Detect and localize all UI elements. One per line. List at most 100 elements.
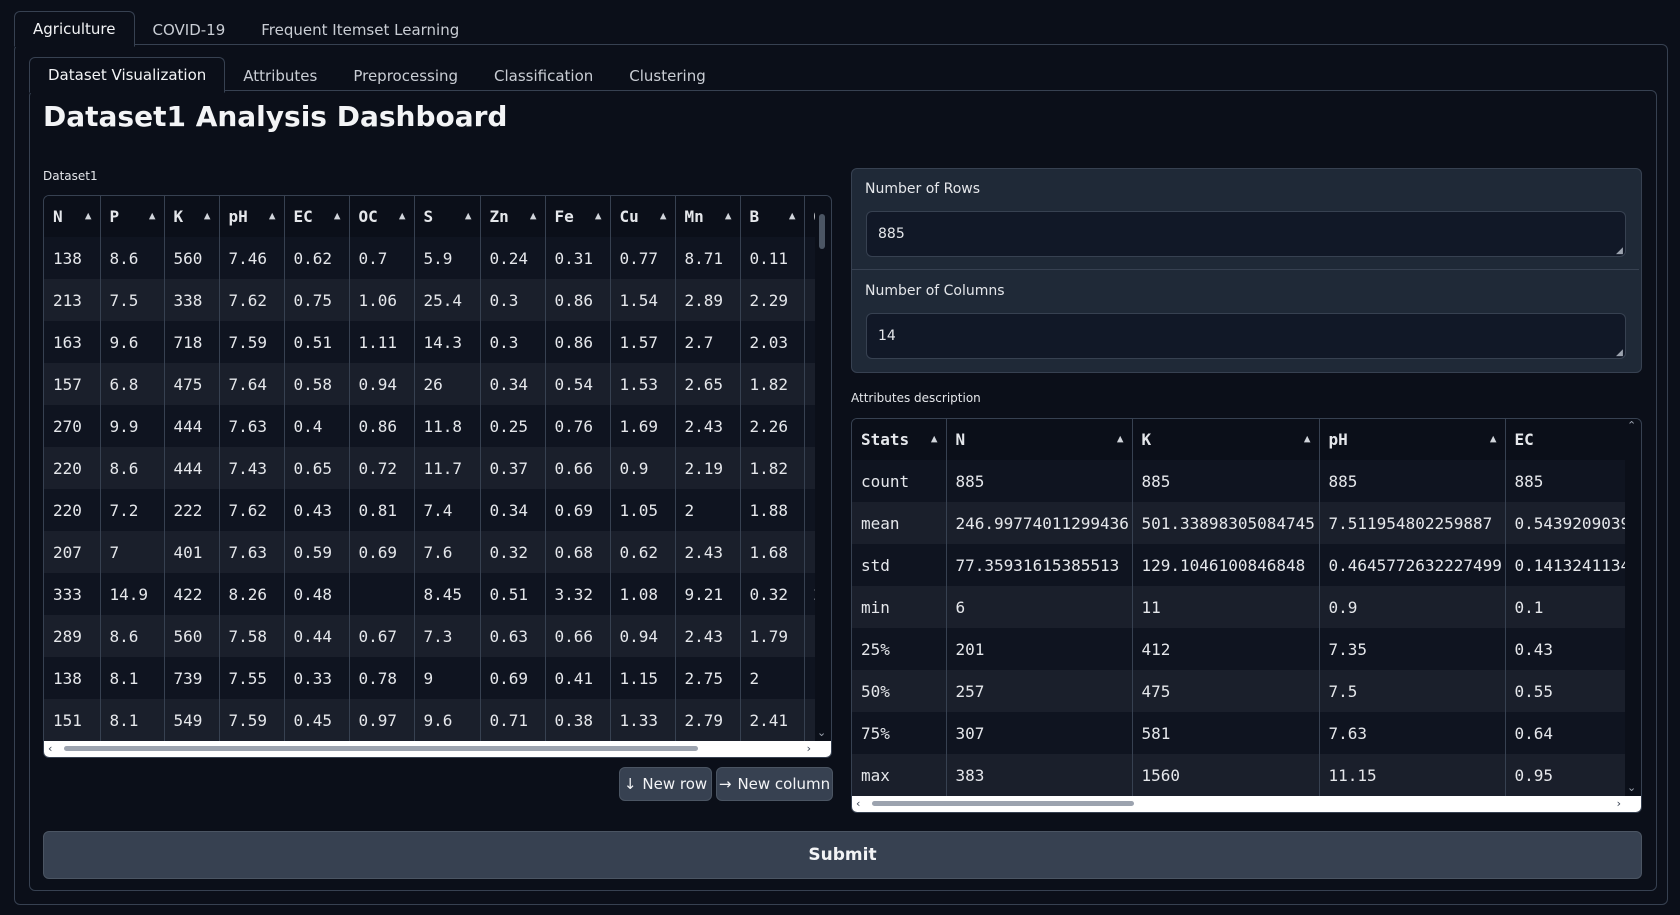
dataset-table-cell[interactable]: 0.3 [480,321,546,363]
dataset-table[interactable]: N▲P▲K▲pH▲EC▲OC▲S▲Zn▲Fe▲Cu▲Mn▲B▲OM▲ 1388.… [44,196,815,741]
sort-arrow-icon[interactable]: ▲ [530,209,537,222]
dataset-table-cell[interactable]: 26 [414,363,481,405]
dataset-table-cell[interactable]: 0.11 [740,237,805,279]
dataset-table-cell[interactable]: 7.6 [414,531,481,573]
dataset-table-cell[interactable]: 0.94 [349,363,415,405]
dataset-table-cell[interactable]: 1.08 [610,573,676,615]
dataset-column-header[interactable]: P ▲ [100,196,165,237]
dataset-table-cell[interactable]: 0.4 [284,405,350,447]
dataset-column-header[interactable]: Mn ▲ [675,196,741,237]
dataset-table-cell[interactable]: 207 [44,531,101,573]
dataset-table-cell[interactable]: 2 [740,657,805,699]
dataset-table-cell[interactable]: 157 [44,363,101,405]
tab-preprocessing[interactable]: Preprocessing [335,59,476,93]
dataset-table-cell[interactable]: 270 [44,405,101,447]
dataset-column-header[interactable]: Fe ▲ [545,196,611,237]
sort-arrow-icon[interactable]: ▲ [1304,432,1311,445]
dataset-table-cell[interactable]: 718 [164,321,220,363]
dataset-table-cell[interactable]: 0.41 [545,657,611,699]
dataset-table-cell[interactable]: 14.9 [100,573,165,615]
dataset-table-cell[interactable]: 0.71 [480,699,546,741]
dataset-table-cell[interactable]: 0.81 [349,489,415,531]
dataset-table-cell[interactable]: 1.69 [610,405,676,447]
dataset-table-cell[interactable]: 7.5 [100,279,165,321]
dataset-table-cell[interactable]: 8.71 [675,237,741,279]
dataset-table-cell[interactable]: 8.26 [219,573,285,615]
dataset-table-cell[interactable]: 9.21 [675,573,741,615]
dataset-table-cell[interactable]: 2.29 [740,279,805,321]
stats-table-cell[interactable]: 201 [946,628,1133,670]
stats-table-cell[interactable]: 501.33898305084745 [1132,502,1320,544]
submit-button[interactable]: Submit [43,831,1642,879]
stats-column-header[interactable]: Stats ▲ [852,419,947,460]
dataset-table-cell[interactable]: 5.9 [414,237,481,279]
stats-scroll-down-arrow-icon[interactable]: ⌄ [1627,781,1636,794]
dataset-table-cell[interactable]: 1.05 [610,489,676,531]
dataset-table-cell[interactable]: 7.59 [219,321,285,363]
dataset-table-cell[interactable]: 1.82 [740,447,805,489]
dataset-table-cell[interactable]: 333 [44,573,101,615]
dataset-table-cell[interactable]: 1.33 [610,699,676,741]
stats-table-cell[interactable]: 1560 [1132,754,1320,796]
dataset-table-cell[interactable]: 7.58 [219,615,285,657]
dataset-table-cell[interactable]: 1 [804,657,815,699]
stats-table-cell[interactable]: 25% [852,628,947,670]
stats-table-cell[interactable]: 7.63 [1319,712,1506,754]
dataset-table-cell[interactable]: 11.8 [414,405,481,447]
dataset-table-cell[interactable]: 0.24 [480,237,546,279]
dataset-table-cell[interactable]: 8.6 [100,615,165,657]
dataset-table-cell[interactable]: 2.41 [740,699,805,741]
stats-table-cell[interactable]: 77.35931615385513 [946,544,1133,586]
dataset-table-cell[interactable]: 138 [44,657,101,699]
dataset-table-cell[interactable]: 25.4 [414,279,481,321]
dataset-table-cell[interactable]: 0.75 [284,279,350,321]
dataset-table-cell[interactable]: 0.34 [480,363,546,405]
dataset-table-cell[interactable]: 1.57 [610,321,676,363]
dataset-table-cell[interactable]: 0.59 [284,531,350,573]
dataset-table-cell[interactable]: 2.43 [675,615,741,657]
sort-arrow-icon[interactable]: ▲ [1117,432,1124,445]
dataset-table-cell[interactable]: 7.55 [219,657,285,699]
stats-table-cell[interactable]: 0.4645772632227499 [1319,544,1506,586]
dataset-table-cell[interactable]: 0.62 [284,237,350,279]
stats-table-cell[interactable]: count [852,460,947,502]
stats-table-cell[interactable]: 246.99774011299436 [946,502,1133,544]
dataset-table-cell[interactable]: 0.51 [284,321,350,363]
dataset-column-header[interactable]: N ▲ [44,196,101,237]
dataset-table-cell[interactable]: 7 [100,531,165,573]
sort-arrow-icon[interactable]: ▲ [85,209,92,222]
dataset-horizontal-scrollbar[interactable]: ‹ › [44,741,831,757]
dataset-table-cell[interactable]: 0.77 [610,237,676,279]
stats-table-cell[interactable]: 0.1 [1505,586,1625,628]
dataset-table-cell[interactable]: 1 [804,699,815,741]
dataset-table-cell[interactable]: 739 [164,657,220,699]
dataset-table-cell[interactable]: 8.6 [100,237,165,279]
dataset-table-cell[interactable]: 0.76 [545,405,611,447]
stats-table-cell[interactable]: 0.95 [1505,754,1625,796]
dataset-table-cell[interactable]: 0.9 [610,447,676,489]
dataset-table-cell[interactable]: 289 [44,615,101,657]
dataset-table-cell[interactable]: 549 [164,699,220,741]
dataset-table-cell[interactable]: 0.66 [545,615,611,657]
dataset-table-cell[interactable]: 0.86 [349,405,415,447]
columns-field[interactable]: 14 [866,313,1626,359]
dataset-table-cell[interactable]: 0.38 [545,699,611,741]
stats-table-cell[interactable]: 0.64 [1505,712,1625,754]
dataset-table-cell[interactable]: 0.48 [284,573,350,615]
stats-table[interactable]: Stats▲N▲K▲pH▲EC▲ count885885885885mean24… [852,419,1625,796]
dataset-table-cell[interactable]: 7.63 [219,531,285,573]
stats-column-header[interactable]: pH ▲ [1319,419,1506,460]
dataset-table-cell[interactable]: 0.44 [284,615,350,657]
dataset-table-cell[interactable]: 2.43 [675,531,741,573]
stats-vertical-scrollbar[interactable]: ⌃ ⌄ [1626,419,1638,796]
dataset-table-cell[interactable]: 1 [804,489,815,531]
dataset-table-cell[interactable]: 1 [804,321,815,363]
dataset-table-cell[interactable]: 8.1 [100,699,165,741]
dataset-column-header[interactable]: OC ▲ [349,196,415,237]
dataset-table-cell[interactable]: 7.62 [219,489,285,531]
dataset-table-cell[interactable]: 0.94 [610,615,676,657]
dataset-table-cell[interactable]: 14.3 [414,321,481,363]
stats-column-header[interactable]: EC▲ [1505,419,1625,460]
stats-table-cell[interactable]: 129.1046100846848 [1132,544,1320,586]
dataset-table-cell[interactable]: 220 [44,489,101,531]
